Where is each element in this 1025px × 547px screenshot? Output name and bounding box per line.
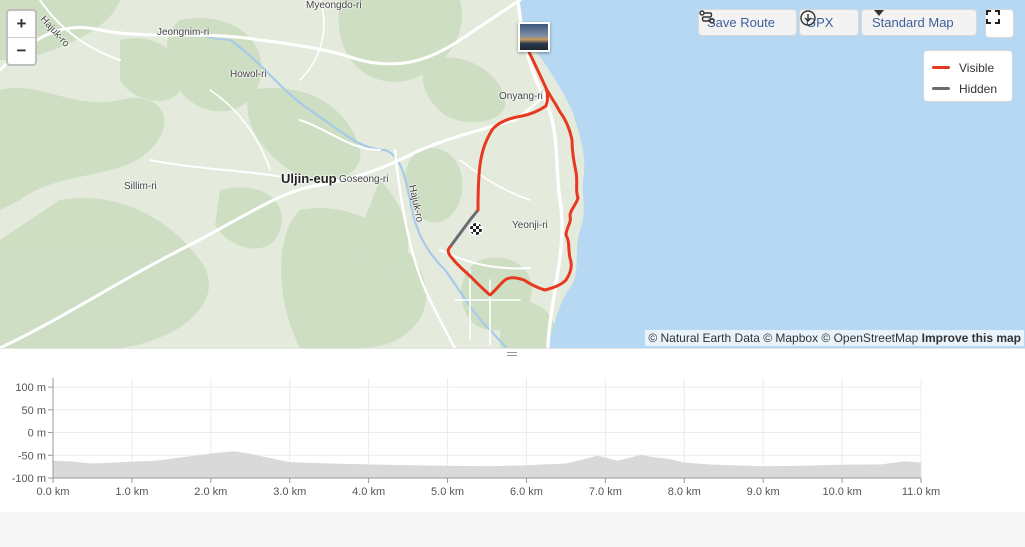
x-tick-label: 0.0 km <box>36 486 69 498</box>
x-tick-label: 4.0 km <box>352 486 385 498</box>
gpx-button[interactable]: GPX <box>799 9 859 36</box>
map-canvas <box>0 0 1025 348</box>
zoom-out-button[interactable]: − <box>8 37 35 64</box>
fullscreen-icon <box>986 10 1000 24</box>
route-legend: Visible Hidden <box>923 50 1013 102</box>
fullscreen-button[interactable] <box>985 9 1014 38</box>
map-style-select[interactable]: Standard Map <box>861 9 977 36</box>
elevation-profile[interactable]: 0.0 km 1.0 km 2.0 km 3.0 km 4.0 km 5.0 km 6.0 … <box>0 358 1025 512</box>
save-route-label: Save Route <box>707 15 775 30</box>
x-tick-label: 5.0 km <box>431 486 464 498</box>
x-tick-label: 8.0 km <box>668 486 701 498</box>
improve-map-link[interactable]: Improve this map <box>922 331 1021 345</box>
legend-visible-label: Visible <box>959 60 995 75</box>
map-label-uljin: Uljin-eup <box>281 171 337 186</box>
map-label-jeongnim: Jeongnim-ri <box>157 27 210 38</box>
x-tick-label: 11.0 km <box>902 486 940 498</box>
legend-hidden-swatch <box>932 87 950 90</box>
x-tick-label: 10.0 km <box>823 486 862 498</box>
y-tick-label: -50 m <box>18 450 46 462</box>
y-tick-label: 0 m <box>28 428 46 440</box>
x-tick-label: 3.0 km <box>273 486 306 498</box>
map-label-yeonji: Yeonji-ri <box>512 220 548 231</box>
map-label-goseong: Goseong-ri <box>339 174 389 185</box>
map-attribution: © Natural Earth Data © Mapbox © OpenStre… <box>645 330 1024 346</box>
grip-icon <box>507 352 517 356</box>
map-label-myeongdo: Myeongdo-ri <box>306 0 362 11</box>
attribution-text[interactable]: © Natural Earth Data © Mapbox © OpenStre… <box>648 331 918 345</box>
legend-visible-swatch <box>932 66 950 69</box>
x-tick-label: 9.0 km <box>747 486 780 498</box>
save-route-button[interactable]: Save Route <box>698 9 797 36</box>
map-label-sillim: Sillim-ri <box>124 181 157 192</box>
map-label-onyang: Onyang-ri <box>499 91 543 102</box>
y-tick-label: -100 m <box>12 473 46 485</box>
elevation-chart: 0.0 km 1.0 km 2.0 km 3.0 km 4.0 km 5.0 km 6.0 … <box>12 378 940 498</box>
download-icon <box>800 10 816 26</box>
legend-visible[interactable]: Visible <box>932 57 1004 78</box>
x-tick-label: 6.0 km <box>510 486 543 498</box>
footer-area <box>0 512 1025 547</box>
caret-down-icon <box>874 10 884 16</box>
zoom-in-button[interactable]: + <box>8 11 35 37</box>
photo-marker[interactable] <box>518 22 550 52</box>
map-view[interactable]: Myeongdo-ri Jeongnim-ri Howol-ri Hajuk-r… <box>0 0 1025 348</box>
x-tick-label: 2.0 km <box>194 486 227 498</box>
route-icon <box>699 10 715 24</box>
legend-hidden[interactable]: Hidden <box>932 78 1004 99</box>
map-label-howol: Howol-ri <box>230 69 267 80</box>
x-tick-label: 1.0 km <box>115 486 148 498</box>
finish-flag-icon[interactable] <box>469 222 483 236</box>
map-style-label: Standard Map <box>872 15 954 30</box>
zoom-control: + − <box>6 9 37 66</box>
legend-hidden-label: Hidden <box>959 81 998 96</box>
y-tick-label: 50 m <box>22 405 46 417</box>
y-tick-label: 100 m <box>15 382 46 394</box>
x-tick-label: 7.0 km <box>589 486 622 498</box>
